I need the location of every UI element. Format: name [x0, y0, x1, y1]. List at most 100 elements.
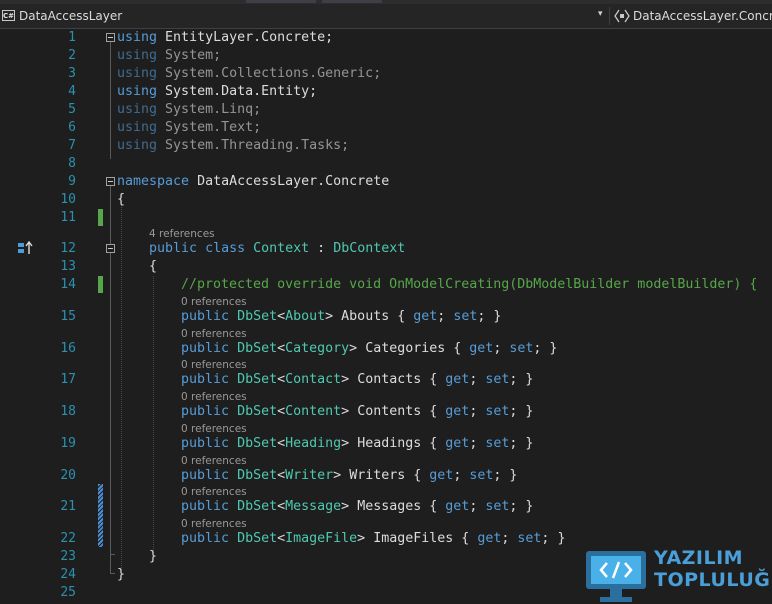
punctuation-token: > — [341, 436, 350, 451]
line-number: 23 — [60, 549, 76, 564]
identifier-token: Abouts — [341, 309, 390, 324]
punctuation-token: < — [277, 531, 286, 546]
identifier-token: Messages — [357, 499, 422, 514]
punctuation-token: ; — [469, 372, 478, 387]
code-line[interactable]: using System.Data.Entity; — [117, 83, 317, 101]
codelens-references[interactable]: 0 references — [181, 518, 247, 530]
keyword-token: set — [485, 372, 510, 387]
type-token: Heading — [285, 436, 342, 451]
line-number: 25 — [60, 585, 76, 600]
codelens-references[interactable]: 0 references — [181, 391, 247, 403]
code-line[interactable]: public DbSet<Writer> Writers { get; set;… — [181, 467, 517, 485]
punctuation-token: ; — [469, 436, 478, 451]
code-line[interactable]: public DbSet<Heading> Headings { get; se… — [181, 435, 533, 453]
namespace-token: System.Text — [165, 120, 254, 135]
type-token: About — [285, 309, 326, 324]
identifier-token: Contacts — [357, 372, 422, 387]
codelens-references[interactable]: 0 references — [181, 296, 247, 308]
code-line[interactable]: //protected override void OnModelCreatin… — [181, 276, 757, 294]
keyword-token: get — [445, 436, 470, 451]
code-line[interactable]: using System.Threading.Tasks; — [117, 137, 349, 155]
code-line[interactable]: public DbSet<Message> Messages { get; se… — [181, 498, 533, 516]
code-line[interactable]: { — [117, 191, 125, 209]
punctuation-token: ; — [533, 341, 542, 356]
punctuation-token: ; — [469, 404, 478, 419]
indent-guide — [153, 276, 154, 553]
watermark-line1: YAZILIM — [654, 547, 744, 569]
keyword-token: public — [181, 372, 230, 387]
line-number: 5 — [68, 102, 76, 117]
code-line[interactable]: } — [149, 548, 157, 566]
code-line[interactable]: { — [149, 258, 157, 276]
code-line[interactable]: public DbSet<Contact> Contacts { get; se… — [181, 371, 533, 389]
codelens-references[interactable]: 0 references — [181, 455, 247, 467]
codelens-references[interactable]: 4 references — [149, 228, 215, 240]
project-dropdown[interactable]: DataAccessLayer — [19, 9, 122, 23]
keyword-token: using — [117, 120, 158, 135]
code-line[interactable]: public DbSet<Category> Categories { get;… — [181, 340, 557, 358]
codelens-references[interactable]: 0 references — [181, 328, 247, 340]
code-editor[interactable]: 1 2 3 4 5 6 7 8 9 10 11 12 13 14 15 16 1… — [0, 29, 772, 604]
keyword-token: get — [445, 499, 470, 514]
fold-region-end — [110, 554, 115, 555]
chevron-down-icon[interactable]: ▾ — [598, 9, 603, 19]
code-line[interactable]: using EntityLayer.Concrete; — [117, 29, 333, 47]
brace-token: } — [493, 309, 502, 324]
brace-token: } — [117, 567, 126, 582]
code-line[interactable]: public DbSet<ImageFile> ImageFiles { get… — [181, 530, 565, 548]
code-line[interactable]: using System.Linq; — [117, 101, 261, 119]
namespace-dropdown[interactable]: DataAccessLayer.Concrete — [633, 9, 772, 23]
keyword-token: get — [413, 309, 438, 324]
fold-region-line — [110, 42, 111, 159]
codelens-references[interactable]: 0 references — [181, 486, 247, 498]
punctuation-token: ; — [509, 372, 518, 387]
implementation-icon[interactable] — [17, 241, 35, 255]
namespace-token: System.Linq — [165, 102, 254, 117]
line-number: 21 — [60, 499, 76, 514]
punctuation-token: ; — [453, 468, 462, 483]
monitor-logo-icon — [586, 551, 646, 602]
keyword-token: using — [117, 30, 158, 45]
code-line[interactable]: public DbSet<Content> Contents { get; se… — [181, 403, 533, 421]
brace-token: { — [117, 192, 126, 207]
line-number: 2 — [68, 48, 76, 63]
punctuation-token: > — [349, 341, 358, 356]
codelens-references[interactable]: 0 references — [181, 423, 247, 435]
keyword-token: using — [117, 48, 158, 63]
keyword-token: using — [117, 84, 158, 99]
document-tab-fragment[interactable] — [246, 0, 316, 3]
collapse-toggle[interactable] — [106, 177, 115, 186]
collapse-toggle[interactable] — [106, 244, 115, 253]
namespace-token: System — [165, 48, 214, 63]
code-line[interactable]: public DbSet<About> Abouts { get; set; } — [181, 308, 501, 326]
change-marker-saved — [98, 276, 103, 293]
line-number: 3 — [68, 66, 76, 81]
code-line[interactable]: namespace DataAccessLayer.Concrete — [117, 173, 389, 191]
code-line[interactable]: } — [117, 566, 125, 584]
keyword-token: public — [181, 468, 230, 483]
punctuation-token: ; — [213, 48, 222, 63]
type-token: DbSet — [237, 468, 278, 483]
type-token: DbSet — [237, 372, 278, 387]
document-tab-fragment[interactable] — [322, 0, 382, 3]
code-line[interactable]: using System.Text; — [117, 119, 261, 137]
namespace-token: System.Threading.Tasks — [165, 138, 342, 153]
punctuation-token: < — [277, 404, 286, 419]
keyword-token: set — [485, 436, 510, 451]
change-marker-unsaved — [98, 484, 103, 547]
type-token: Contact — [285, 372, 342, 387]
keyword-token: public — [181, 531, 230, 546]
code-line[interactable]: using System.Collections.Generic; — [117, 65, 381, 83]
csharp-project-icon: C# — [2, 10, 15, 21]
keyword-token: set — [453, 309, 478, 324]
code-line[interactable]: using System; — [117, 47, 221, 65]
brace-token: } — [525, 499, 534, 514]
codelens-references[interactable]: 0 references — [181, 359, 247, 371]
punctuation-token: ; — [341, 138, 350, 153]
code-line[interactable]: public class Context : DbContext — [149, 240, 405, 258]
navbar-divider — [609, 7, 610, 25]
collapse-toggle[interactable] — [106, 33, 115, 42]
brace-token: { — [461, 531, 470, 546]
line-number: 20 — [60, 468, 76, 483]
punctuation-token: ; — [509, 499, 518, 514]
